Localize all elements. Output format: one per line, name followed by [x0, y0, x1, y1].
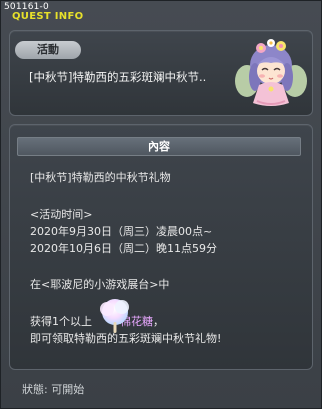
requirement-prefix: 获得1个以上: [30, 315, 92, 328]
quest-name: [中秋节]特勒西的五彩斑斓中秋节..: [29, 70, 207, 84]
window-title: QUEST INFO: [12, 11, 84, 22]
cotton-candy-icon[interactable]: [97, 296, 133, 334]
content-line-location: 在<耶波尼的小游戏展台>中: [30, 278, 170, 291]
content-line-start-time: 2020年9月30日（周三）凌晨00点~: [30, 225, 213, 238]
quest-status: 狀態: 可開始: [22, 383, 85, 396]
requirement-suffix: ，: [153, 315, 164, 328]
content-section-header: 內容: [17, 137, 301, 156]
quest-type-badge: 活動: [15, 41, 81, 59]
content-line-end-time: 2020年10月6日（周二）晚11点59分: [30, 242, 217, 255]
content-line-time-label: <活动时间>: [30, 208, 93, 221]
content-line-title: [中秋节]特勒西的中秋节礼物: [30, 171, 171, 184]
fairy-npc-icon: [235, 39, 307, 106]
quest-info-window: 501161-0 QUEST INFO 活動 [中秋节]特勒西的五彩斑斓中秋节.…: [0, 0, 322, 409]
